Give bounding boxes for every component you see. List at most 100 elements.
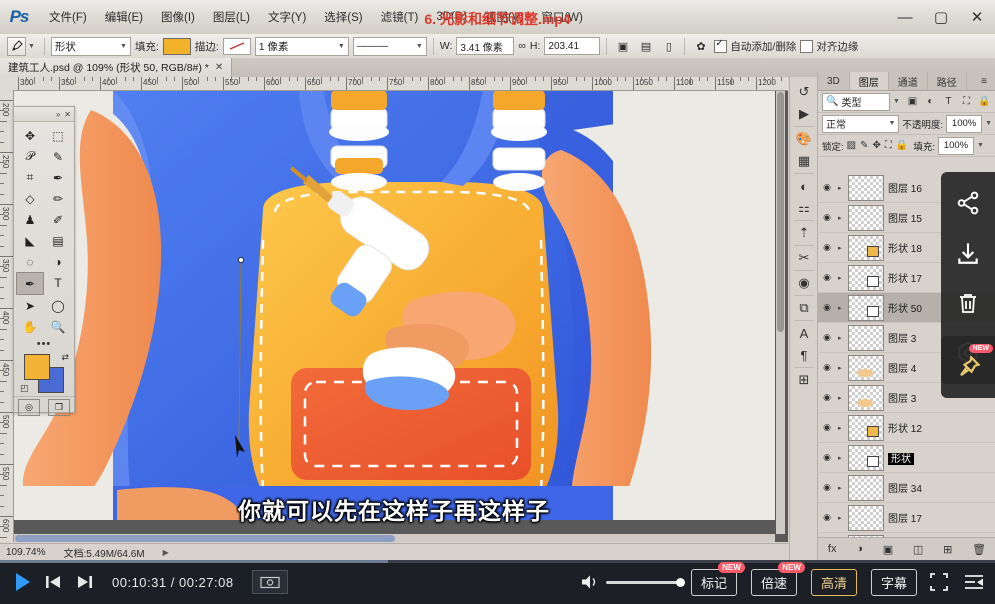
auto-add-delete-checkbox[interactable]: 自动添加/删除 (714, 39, 796, 54)
stroke-swatch[interactable] (223, 38, 251, 55)
layer-visibility-icon[interactable]: ◉ (820, 512, 834, 523)
close-button[interactable]: ✕ (959, 0, 995, 34)
clone-stamp-tool[interactable]: ♟ (16, 209, 44, 230)
align-edges-checkbox[interactable]: 对齐边缘 (800, 39, 858, 54)
libraries-icon[interactable]: ⇡ (792, 222, 816, 244)
layer-visibility-icon[interactable]: ◉ (820, 332, 834, 343)
layer-name[interactable]: 图层 4 (888, 360, 916, 375)
menu-item-9[interactable]: 窗口(W) (532, 6, 592, 28)
color-icon[interactable]: 🎨 (792, 128, 816, 150)
pin-icon[interactable]: NEW (941, 342, 995, 392)
layer-row[interactable]: ◉▸形状 12 (818, 413, 995, 443)
stroke-width-select[interactable]: 1 像素 ▼ (255, 37, 349, 56)
menu-item-2[interactable]: 图像(I) (152, 6, 204, 28)
layer-expand-icon[interactable]: ▸ (838, 424, 844, 432)
layer-name[interactable]: 形状 18 (888, 240, 922, 255)
gear-icon[interactable]: ✿ (691, 37, 710, 55)
layer-filter-button-3[interactable]: ⛶ (959, 94, 974, 109)
screen-mode-icon[interactable]: ❐ (48, 399, 70, 416)
eyedropper-tool[interactable]: ✒ (44, 167, 72, 188)
lock-button-4[interactable]: 🔒 (896, 140, 908, 151)
brush-tool[interactable]: ✏ (44, 188, 72, 209)
theater-mode-icon[interactable] (961, 570, 987, 594)
path-operations-icon[interactable]: ▣ (613, 37, 632, 55)
eraser-tool[interactable]: ◣ (16, 230, 44, 251)
mark-button[interactable]: 标记NEW (691, 569, 737, 596)
zoom-tool[interactable]: 🔍 (44, 316, 72, 337)
blur-tool[interactable]: ◌ (16, 251, 44, 272)
layer-visibility-icon[interactable]: ◉ (820, 182, 834, 193)
layer-name[interactable]: 图层 34 (888, 480, 922, 495)
download-icon[interactable] (941, 228, 995, 278)
layer-visibility-icon[interactable]: ◉ (820, 482, 834, 493)
healing-brush-tool[interactable]: ◇ (16, 188, 44, 209)
volume-handle[interactable] (676, 578, 685, 587)
path-arrangement-icon[interactable]: ▯ (659, 37, 678, 55)
subtitle-button[interactable]: 字幕 (871, 569, 917, 596)
swatches-icon[interactable]: ▦ (792, 150, 816, 172)
fullscreen-icon[interactable] (926, 570, 952, 594)
layer-name[interactable]: 形状 12 (888, 420, 922, 435)
swap-colors-icon[interactable]: ⇄ (61, 352, 69, 363)
dodge-tool[interactable]: ◑ (44, 251, 72, 272)
brush-preset-icon[interactable]: ◉ (792, 272, 816, 294)
layer-expand-icon[interactable]: ▸ (838, 454, 844, 462)
chevron-down-icon[interactable]: ▼ (985, 120, 992, 127)
layer-row[interactable]: ◉ ▸ 形状 (818, 443, 995, 473)
play-button[interactable] (6, 567, 36, 597)
collapse-icon[interactable]: » (56, 110, 60, 119)
vertical-scrollbar[interactable] (776, 90, 785, 534)
speed-button[interactable]: 倍速NEW (751, 569, 797, 596)
tool-preset-chevron-icon[interactable]: ▼ (28, 43, 35, 50)
layer-name[interactable]: 图层 15 (888, 210, 922, 225)
height-input[interactable]: 203.41 (544, 37, 600, 55)
layer-footer-button-4[interactable]: ⊞ (943, 543, 952, 556)
layer-expand-icon[interactable]: ▸ (838, 364, 844, 372)
menu-item-5[interactable]: 选择(S) (315, 6, 371, 28)
adjustments-icon[interactable]: ◐ (792, 175, 816, 197)
clone-source-icon[interactable]: ⧉ (792, 297, 816, 319)
layer-expand-icon[interactable]: ▸ (838, 394, 844, 402)
layer-row[interactable]: ◉ ▸ 图层 34 (818, 473, 995, 503)
layer-footer-button-3[interactable]: ◫ (913, 543, 923, 556)
progress-bar[interactable] (0, 560, 995, 563)
menu-item-4[interactable]: 文字(Y) (259, 6, 315, 28)
layer-expand-icon[interactable]: ▸ (838, 244, 844, 252)
path-selection-tool[interactable]: ➤ (16, 295, 44, 316)
menu-item-6[interactable]: 滤镜(T) (372, 6, 428, 28)
layer-name[interactable]: 图层 17 (888, 510, 922, 525)
next-button[interactable] (70, 567, 100, 597)
path-alignment-icon[interactable]: ▤ (636, 37, 655, 55)
document-tab[interactable]: 建筑工人.psd @ 109% (形状 50, RGB/8#) * ✕ (0, 58, 232, 77)
layer-visibility-icon[interactable]: ◉ (820, 302, 834, 313)
layer-name[interactable]: 形状 50 (888, 300, 922, 315)
chevron-down-icon[interactable]: ▼ (893, 98, 900, 105)
layer-name-input[interactable]: 形状 (888, 453, 914, 465)
status-expand-icon[interactable]: ▶ (163, 548, 169, 557)
history-brush-tool[interactable]: ✐ (44, 209, 72, 230)
layer-name[interactable]: 图层 16 (888, 180, 922, 195)
volume-slider[interactable] (606, 581, 682, 584)
layer-expand-icon[interactable]: ▸ (838, 484, 844, 492)
layer-filter-button-4[interactable]: 🔒 (977, 94, 992, 109)
move-tool[interactable]: ✥ (16, 125, 44, 146)
zoom-level[interactable]: 109.74% (6, 547, 45, 558)
active-tool-selector[interactable]: ▼ (4, 37, 38, 56)
layer-footer-button-1[interactable]: ◑ (856, 543, 863, 555)
lock-button-2[interactable]: ✥ (872, 140, 880, 151)
layer-expand-icon[interactable]: ▸ (838, 304, 844, 312)
fill-swatch[interactable] (163, 38, 191, 55)
width-input[interactable]: 3.41 像素 (456, 37, 514, 55)
share-icon[interactable] (941, 178, 995, 228)
menu-item-1[interactable]: 编辑(E) (96, 6, 152, 28)
lock-button-1[interactable]: ✎ (860, 140, 868, 151)
quick-mask-icon[interactable]: ◎ (18, 399, 40, 416)
layer-visibility-icon[interactable]: ◉ (820, 452, 834, 463)
layer-footer-button-5[interactable]: 🗑 (972, 543, 986, 556)
marquee-tool[interactable]: ⬚ (44, 125, 72, 146)
layer-visibility-icon[interactable]: ◉ (820, 392, 834, 403)
history-icon[interactable]: ↺ (792, 81, 816, 103)
layer-filter-button-2[interactable]: T (941, 94, 956, 109)
layer-name[interactable]: 形状 17 (888, 270, 922, 285)
layer-row[interactable]: ◉▸图层 17 (818, 503, 995, 533)
